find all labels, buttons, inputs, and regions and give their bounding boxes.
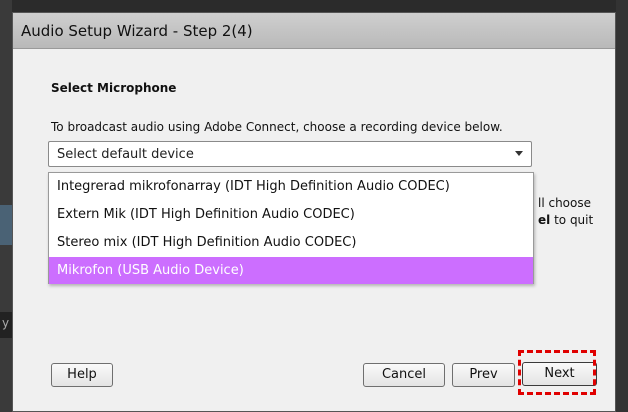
prev-button[interactable]: Prev xyxy=(452,363,515,387)
section-intro: To broadcast audio using Adobe Connect, … xyxy=(51,120,503,134)
audio-setup-dialog: Audio Setup Wizard - Step 2(4) Select Mi… xyxy=(12,12,616,412)
microphone-option[interactable]: Extern Mik (IDT High Definition Audio CO… xyxy=(49,201,533,228)
background-text: y xyxy=(2,316,10,330)
obscured-text-rest: to quit xyxy=(550,213,594,227)
microphone-option[interactable]: Stereo mix (IDT High Definition Audio CO… xyxy=(49,229,533,256)
cancel-button[interactable]: Cancel xyxy=(363,363,445,387)
background-strip xyxy=(0,205,12,245)
background-right xyxy=(616,0,628,412)
dialog-titlebar[interactable]: Audio Setup Wizard - Step 2(4) xyxy=(13,13,615,49)
background-strip-dark: y xyxy=(0,312,12,338)
microphone-option-selected[interactable]: Mikrofon (USB Audio Device) xyxy=(49,257,533,284)
obscured-text-bold: el xyxy=(538,213,551,227)
microphone-select-value: Select default device xyxy=(57,147,194,162)
microphone-option[interactable]: Integrerad mikrofonarray (IDT High Defin… xyxy=(49,173,533,200)
obscured-text-line2: el to quit xyxy=(538,213,593,227)
microphone-dropdown-list: Integrerad mikrofonarray (IDT High Defin… xyxy=(48,172,534,284)
section-heading: Select Microphone xyxy=(51,81,177,95)
background-left: y xyxy=(0,0,12,412)
help-button[interactable]: Help xyxy=(51,363,113,387)
obscured-text-line1: ll choose xyxy=(538,196,592,210)
microphone-select[interactable]: Select default device xyxy=(48,141,532,167)
annotation-highlight-box xyxy=(518,350,596,395)
chevron-down-icon[interactable] xyxy=(515,151,523,156)
dialog-title: Audio Setup Wizard - Step 2(4) xyxy=(21,22,253,40)
